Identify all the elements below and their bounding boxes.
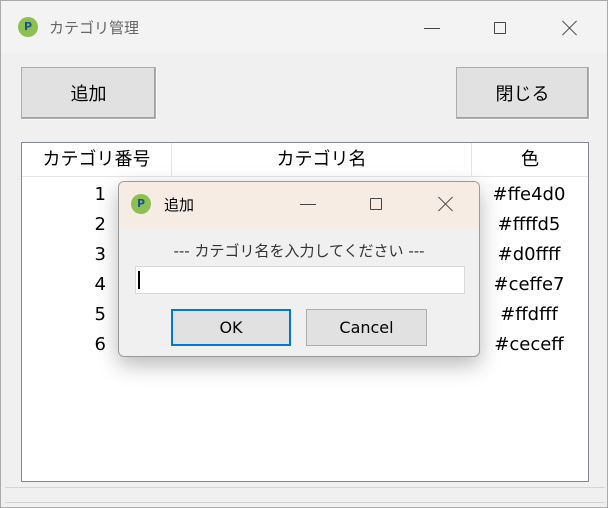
maximize-icon: [494, 22, 506, 34]
window-titlebar[interactable]: P カテゴリ管理: [1, 1, 607, 53]
dialog-prompt: --- カテゴリ名を入力してください ---: [173, 242, 425, 260]
row-number: 3: [94, 244, 106, 265]
dialog-close-button[interactable]: [423, 188, 469, 220]
dialog-title: 追加: [164, 196, 195, 214]
dialog-maximize-button[interactable]: [353, 188, 399, 220]
row-color: #ceffe7: [493, 274, 565, 295]
header-color[interactable]: 色: [472, 143, 588, 177]
row-color: #ceceff: [494, 334, 564, 355]
minimize-button[interactable]: [409, 12, 455, 44]
add-dialog: P 追加 --- カテゴリ名を入力してください --- OK Cancel: [118, 181, 480, 357]
row-number: 4: [94, 274, 106, 295]
dialog-app-icon: P: [131, 194, 151, 214]
minimize-icon: [424, 27, 440, 29]
text-caret: [138, 271, 140, 289]
close-icon: [438, 196, 454, 212]
category-name-input[interactable]: [135, 266, 465, 294]
close-button[interactable]: 閉じる: [456, 67, 589, 119]
status-bar: [5, 487, 605, 503]
header-category-name[interactable]: カテゴリ名: [172, 143, 472, 177]
row-color: #ffe4d0: [492, 184, 566, 205]
dialog-titlebar[interactable]: P 追加: [119, 182, 479, 228]
row-color: #d0ffff: [497, 244, 561, 265]
close-icon: [562, 20, 578, 36]
minimize-icon: [300, 203, 316, 205]
row-color: #ffffd5: [497, 214, 561, 235]
row-number: 1: [94, 184, 106, 205]
header-category-number[interactable]: カテゴリ番号: [22, 143, 172, 177]
row-number: 5: [94, 304, 106, 325]
maximize-icon: [370, 198, 382, 210]
ok-button[interactable]: OK: [171, 309, 291, 346]
row-number: 6: [94, 334, 106, 355]
maximize-button[interactable]: [477, 12, 523, 44]
window-title: カテゴリ管理: [49, 19, 140, 37]
add-button[interactable]: 追加: [21, 67, 156, 119]
dialog-minimize-button[interactable]: [285, 188, 331, 220]
cancel-button[interactable]: Cancel: [306, 309, 427, 346]
app-icon: P: [18, 17, 38, 37]
row-number: 2: [94, 214, 106, 235]
row-color: #ffdfff: [500, 304, 558, 325]
close-window-button[interactable]: [547, 12, 593, 44]
